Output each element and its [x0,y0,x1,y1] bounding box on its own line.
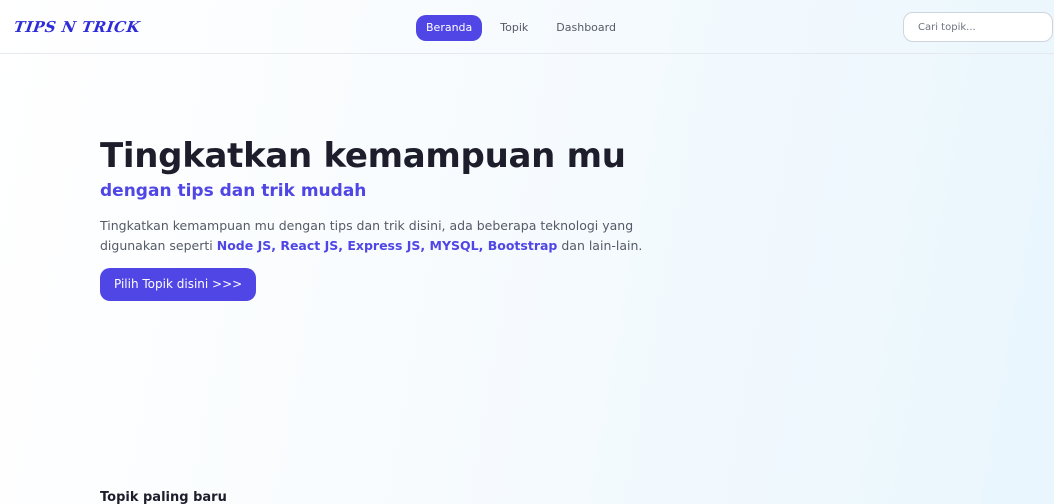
nav-link-topik[interactable]: Topik [490,15,538,41]
hero-subtitle: dengan tips dan trik mudah [100,181,367,201]
nav-link-beranda[interactable]: Beranda [416,15,483,41]
site-logo[interactable]: Tips n Trick [13,18,142,36]
latest-topics-heading: Topik paling baru [100,490,227,504]
search-input[interactable] [903,12,1053,42]
hero-section: Tingkatkan kemampuan mu dengan tips dan … [100,134,680,301]
hero-tech-list: Node JS, React JS, Express JS, MYSQL, Bo… [216,238,558,253]
choose-topic-button[interactable]: Pilih Topik disini >>> [100,268,257,301]
hero-title: Tingkatkan kemampuan mu [100,136,626,176]
hero-description-end: dan lain-lain. [557,238,643,253]
nav-links: Beranda Topik Dashboard [416,15,626,41]
nav-link-dashboard[interactable]: Dashboard [546,15,626,41]
hero-description: Tingkatkan kemampuan mu dengan tips dan … [100,216,672,256]
navbar: Tips n Trick Beranda Topik Dashboard [0,0,1054,54]
